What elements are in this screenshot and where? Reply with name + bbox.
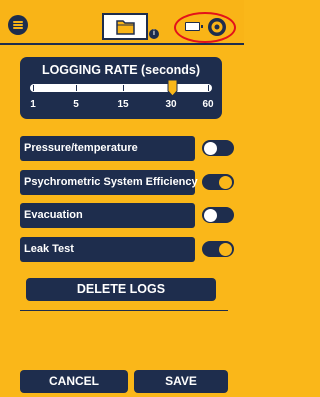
tick-label-5: 5 (73, 99, 79, 110)
log-label: Leak Test (24, 243, 74, 255)
delete-logs-button[interactable]: DELETE LOGS (26, 278, 216, 301)
slider-tick (123, 85, 124, 91)
logging-rate-slider[interactable] (30, 84, 212, 92)
menu-line-icon (13, 21, 23, 23)
tick-label-30: 30 (165, 99, 177, 110)
toggle-knob (219, 242, 232, 256)
evacuation-toggle[interactable] (202, 207, 234, 223)
toggle-knob (204, 141, 217, 155)
log-row-psychrometric: Psychrometric System Efficiency (20, 170, 198, 195)
log-row-pressure-temperature: Pressure/temperature (20, 136, 195, 161)
gear-icon[interactable] (207, 17, 227, 37)
battery-icon (185, 22, 203, 31)
slider-tick (208, 85, 209, 91)
log-label: Evacuation (24, 209, 83, 221)
info-badge: i (149, 29, 159, 39)
tick-label-15: 15 (117, 99, 129, 110)
log-row-evacuation: Evacuation (20, 203, 195, 228)
section-divider (20, 310, 228, 311)
logs-tab[interactable] (102, 13, 148, 40)
slider-tick (76, 85, 77, 91)
slider-thumb[interactable] (167, 79, 178, 97)
tick-label-60: 60 (202, 99, 214, 110)
psychrometric-toggle[interactable] (202, 174, 234, 190)
log-label: Pressure/temperature (24, 142, 138, 154)
slider-tick (33, 85, 34, 91)
menu-button[interactable] (8, 15, 28, 35)
leak-test-toggle[interactable] (202, 241, 234, 257)
header-divider (0, 43, 244, 45)
menu-line-icon (13, 27, 23, 29)
cancel-button[interactable]: CANCEL (20, 370, 128, 393)
logging-rate-title: LOGGING RATE (seconds) (41, 63, 201, 77)
save-button[interactable]: SAVE (134, 370, 228, 393)
pressure-temperature-toggle[interactable] (202, 140, 234, 156)
log-label: Psychrometric System Efficiency (24, 176, 198, 188)
top-bar: i (0, 0, 244, 43)
menu-line-icon (13, 24, 23, 26)
folder-icon (116, 20, 135, 35)
logging-rate-panel: LOGGING RATE (seconds) 1 5 15 30 60 (20, 57, 222, 119)
toggle-knob (204, 208, 217, 222)
toggle-knob (219, 175, 232, 189)
tick-label-1: 1 (30, 99, 36, 110)
log-row-leak-test: Leak Test (20, 237, 195, 262)
